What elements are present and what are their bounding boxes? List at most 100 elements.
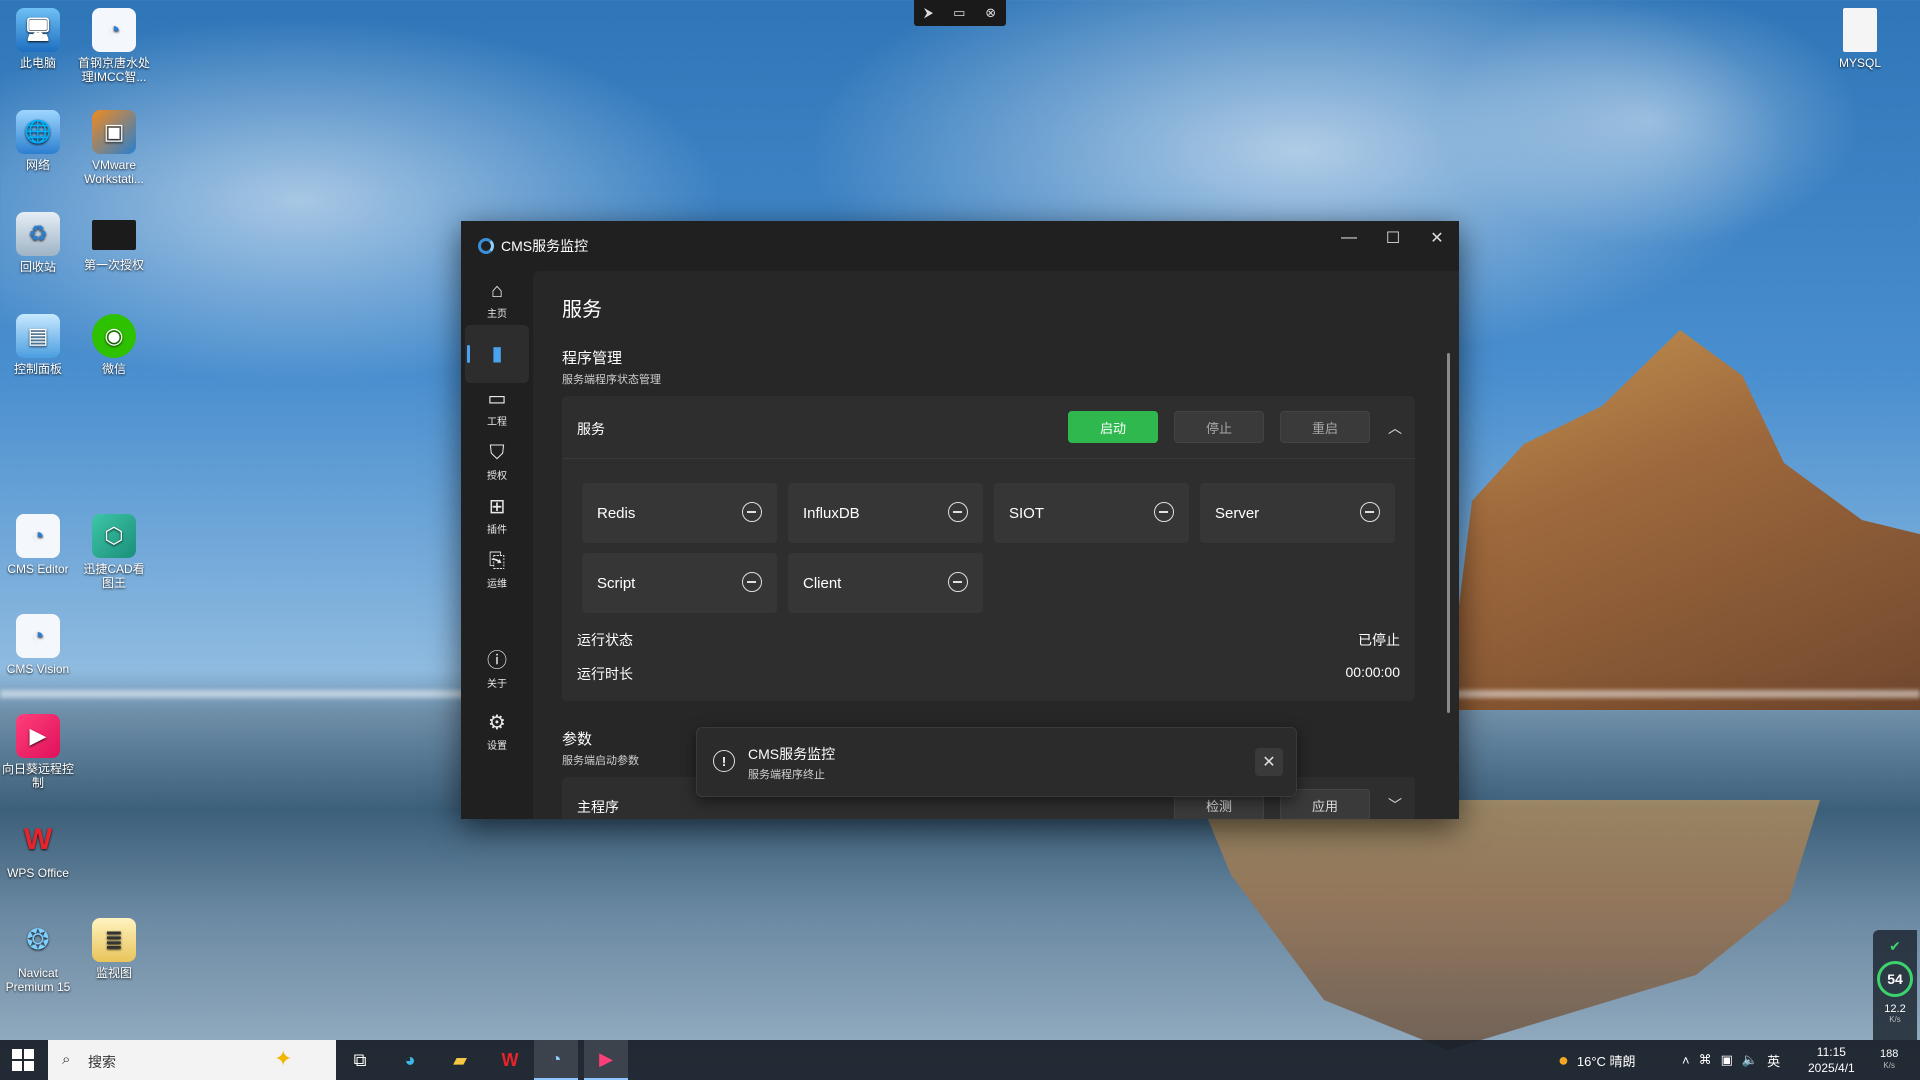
- desktop-icon-control-panel[interactable]: ▤ 控制面板: [2, 314, 74, 376]
- monitor-icon: ▭: [487, 388, 507, 410]
- nav-item-project[interactable]: ▭ 工程: [465, 379, 529, 437]
- search-icon: ⌕: [62, 1051, 71, 1068]
- usage-gauge: 54: [1877, 961, 1913, 997]
- shield-check-icon: ✔: [1889, 938, 1901, 954]
- desktop-icon-cms-editor[interactable]: ◔ CMS Editor: [2, 514, 74, 576]
- weather-widget[interactable]: ● 16°C 晴朗: [1558, 1040, 1636, 1080]
- desktop-icon-sunlogin[interactable]: ▶ 向日葵远程控制: [2, 714, 74, 790]
- network-monitor-gadget[interactable]: ✔ 54 12.2 K/s: [1873, 930, 1917, 1040]
- taskbar-sunlogin[interactable]: ▶: [584, 1040, 628, 1080]
- program-section-title: 程序管理: [562, 350, 623, 367]
- desktop-icon-network[interactable]: 🌐 网络: [2, 110, 74, 172]
- close-button[interactable]: ✕: [1415, 221, 1459, 255]
- volume-icon[interactable]: 🔈: [1742, 1052, 1758, 1068]
- control-panel-icon: ▤: [16, 314, 60, 358]
- service-item-influxdb[interactable]: InfluxDB: [788, 483, 983, 543]
- service-icon: ▮: [491, 343, 503, 365]
- sun-icon: ●: [1558, 1049, 1569, 1070]
- system-tray: ˄ ⌘ ▣ 🔈 英: [1682, 1040, 1780, 1080]
- minus-circle-icon[interactable]: [1154, 502, 1174, 522]
- program-section-subtitle: 服务端程序状态管理: [562, 374, 661, 386]
- nav-item-service[interactable]: ▮: [465, 325, 529, 383]
- divider: [562, 458, 1415, 459]
- chevron-down-icon[interactable]: ﹀: [1388, 795, 1402, 815]
- desktop-icon-first-auth[interactable]: 第一次授权: [78, 212, 150, 272]
- service-item-siot[interactable]: SIOT: [994, 483, 1189, 543]
- toast-title: CMS服务监控: [748, 746, 836, 762]
- service-card-label: 服务: [577, 421, 605, 437]
- minimize-button[interactable]: —: [1327, 221, 1371, 255]
- chevron-up-icon[interactable]: ˄: [1682, 1053, 1690, 1068]
- document-icon: ≣: [92, 918, 136, 962]
- task-view-icon: ⧉: [353, 1049, 367, 1070]
- maximize-button[interactable]: ☐: [1371, 221, 1415, 255]
- run-status-row: 运行状态 已停止: [577, 630, 1400, 650]
- cms-editor-icon: ◔: [16, 514, 60, 558]
- start-button[interactable]: 启动: [1068, 411, 1158, 443]
- taskbar-clock[interactable]: 11:15 2025/4/1: [1808, 1040, 1855, 1080]
- cms-icon: ◔: [550, 1048, 562, 1069]
- service-item-redis[interactable]: Redis: [582, 483, 777, 543]
- taskbar-file-explorer[interactable]: ▰: [438, 1040, 482, 1080]
- window-titlebar[interactable]: CMS服务监控 — ☐ ✕: [461, 221, 1459, 271]
- service-item-client[interactable]: Client: [788, 553, 983, 613]
- display-icon[interactable]: ▣: [1721, 1052, 1733, 1068]
- service-card-header[interactable]: 服务 启动 停止 重启 ︿: [562, 396, 1415, 458]
- toast-close-button[interactable]: ✕: [1255, 748, 1283, 776]
- download-speed: 188 K/s: [1880, 1048, 1899, 1070]
- taskbar-edge[interactable]: ◕: [388, 1040, 432, 1080]
- stop-button[interactable]: 停止: [1174, 411, 1264, 443]
- task-view-button[interactable]: ⧉: [338, 1040, 382, 1080]
- wps-icon: W: [23, 823, 53, 856]
- close-icon: ✕: [1430, 230, 1444, 247]
- desktop-icon-cms-vision[interactable]: ◔ CMS Vision: [2, 614, 74, 676]
- nav-item-maintenance[interactable]: ⎘ 运维: [465, 541, 529, 599]
- restart-button[interactable]: 重启: [1280, 411, 1370, 443]
- uptime-row: 运行时长 00:00:00: [577, 664, 1400, 684]
- desktop-icon-imcc[interactable]: ◔ 首钢京唐水处理IMCC智...: [78, 8, 150, 84]
- uptime-value: 00:00:00: [1345, 664, 1401, 680]
- nav-item-home[interactable]: ⌂ 主页: [465, 271, 529, 329]
- minus-circle-icon[interactable]: [1360, 502, 1380, 522]
- service-item-server[interactable]: Server: [1200, 483, 1395, 543]
- network-tray-icon[interactable]: ⌘: [1699, 1052, 1712, 1068]
- taskbar: ⌕ 搜索 ✦ ⧉ ◕ ▰ W ◔ ▶ ● 16°C 晴朗 ˄ ⌘ ▣ 🔈 英 1…: [0, 1040, 1920, 1080]
- nav-item-auth[interactable]: ⛉ 授权: [465, 433, 529, 491]
- desktop-icon-monitor-doc[interactable]: ≣ 监视图: [78, 918, 150, 980]
- minus-circle-icon[interactable]: [742, 572, 762, 592]
- service-item-script[interactable]: Script: [582, 553, 777, 613]
- nav-item-plugin[interactable]: ⊞ 插件: [465, 487, 529, 545]
- navicat-icon: ❂: [26, 924, 50, 955]
- search-highlight-icon: ✦: [274, 1046, 293, 1071]
- minus-circle-icon[interactable]: [948, 502, 968, 522]
- minimize-icon: —: [1341, 229, 1357, 246]
- start-button[interactable]: [12, 1049, 34, 1071]
- cad-icon: ⬡: [92, 514, 136, 558]
- shield-icon: ⛉: [489, 442, 505, 464]
- taskbar-search-box[interactable]: ⌕ 搜索 ✦: [48, 1040, 336, 1080]
- desktop-icon-this-pc[interactable]: 🖥 此电脑: [2, 8, 74, 70]
- desktop-icon-recycle-bin[interactable]: ♻ 回收站: [2, 212, 74, 274]
- screen-icon[interactable]: ▭: [953, 5, 965, 21]
- desktop-icon-wechat[interactable]: ◉ 微信: [78, 314, 150, 376]
- vmware-icon: ▣: [92, 110, 136, 154]
- nav-item-about[interactable]: ⓘ 关于: [465, 641, 529, 699]
- search-placeholder: 搜索: [88, 1054, 116, 1070]
- desktop-icon-mysql[interactable]: MYSQL: [1824, 8, 1896, 70]
- wechat-icon: ◉: [92, 314, 136, 358]
- close-icon[interactable]: ⊗: [985, 5, 996, 21]
- taskbar-cms-monitor[interactable]: ◔: [534, 1040, 578, 1080]
- input-method[interactable]: 英: [1767, 1051, 1780, 1070]
- cursor-icon[interactable]: ⮞: [924, 5, 933, 21]
- nav-item-settings[interactable]: ⚙ 设置: [465, 703, 529, 761]
- sunlogin-icon: ▶: [16, 714, 60, 758]
- chevron-up-icon[interactable]: ︿: [1388, 418, 1402, 438]
- desktop-icon-cad[interactable]: ⬡ 迅捷CAD看图王: [78, 514, 150, 590]
- desktop-icon-navicat[interactable]: ❂ Navicat Premium 15: [2, 918, 74, 995]
- desktop-icon-vmware[interactable]: ▣ VMware Workstati...: [78, 110, 150, 186]
- vertical-scrollbar[interactable]: [1447, 353, 1450, 713]
- minus-circle-icon[interactable]: [742, 502, 762, 522]
- taskbar-wps[interactable]: W: [488, 1040, 532, 1080]
- desktop-icon-wps[interactable]: W WPS Office: [2, 818, 74, 881]
- minus-circle-icon[interactable]: [948, 572, 968, 592]
